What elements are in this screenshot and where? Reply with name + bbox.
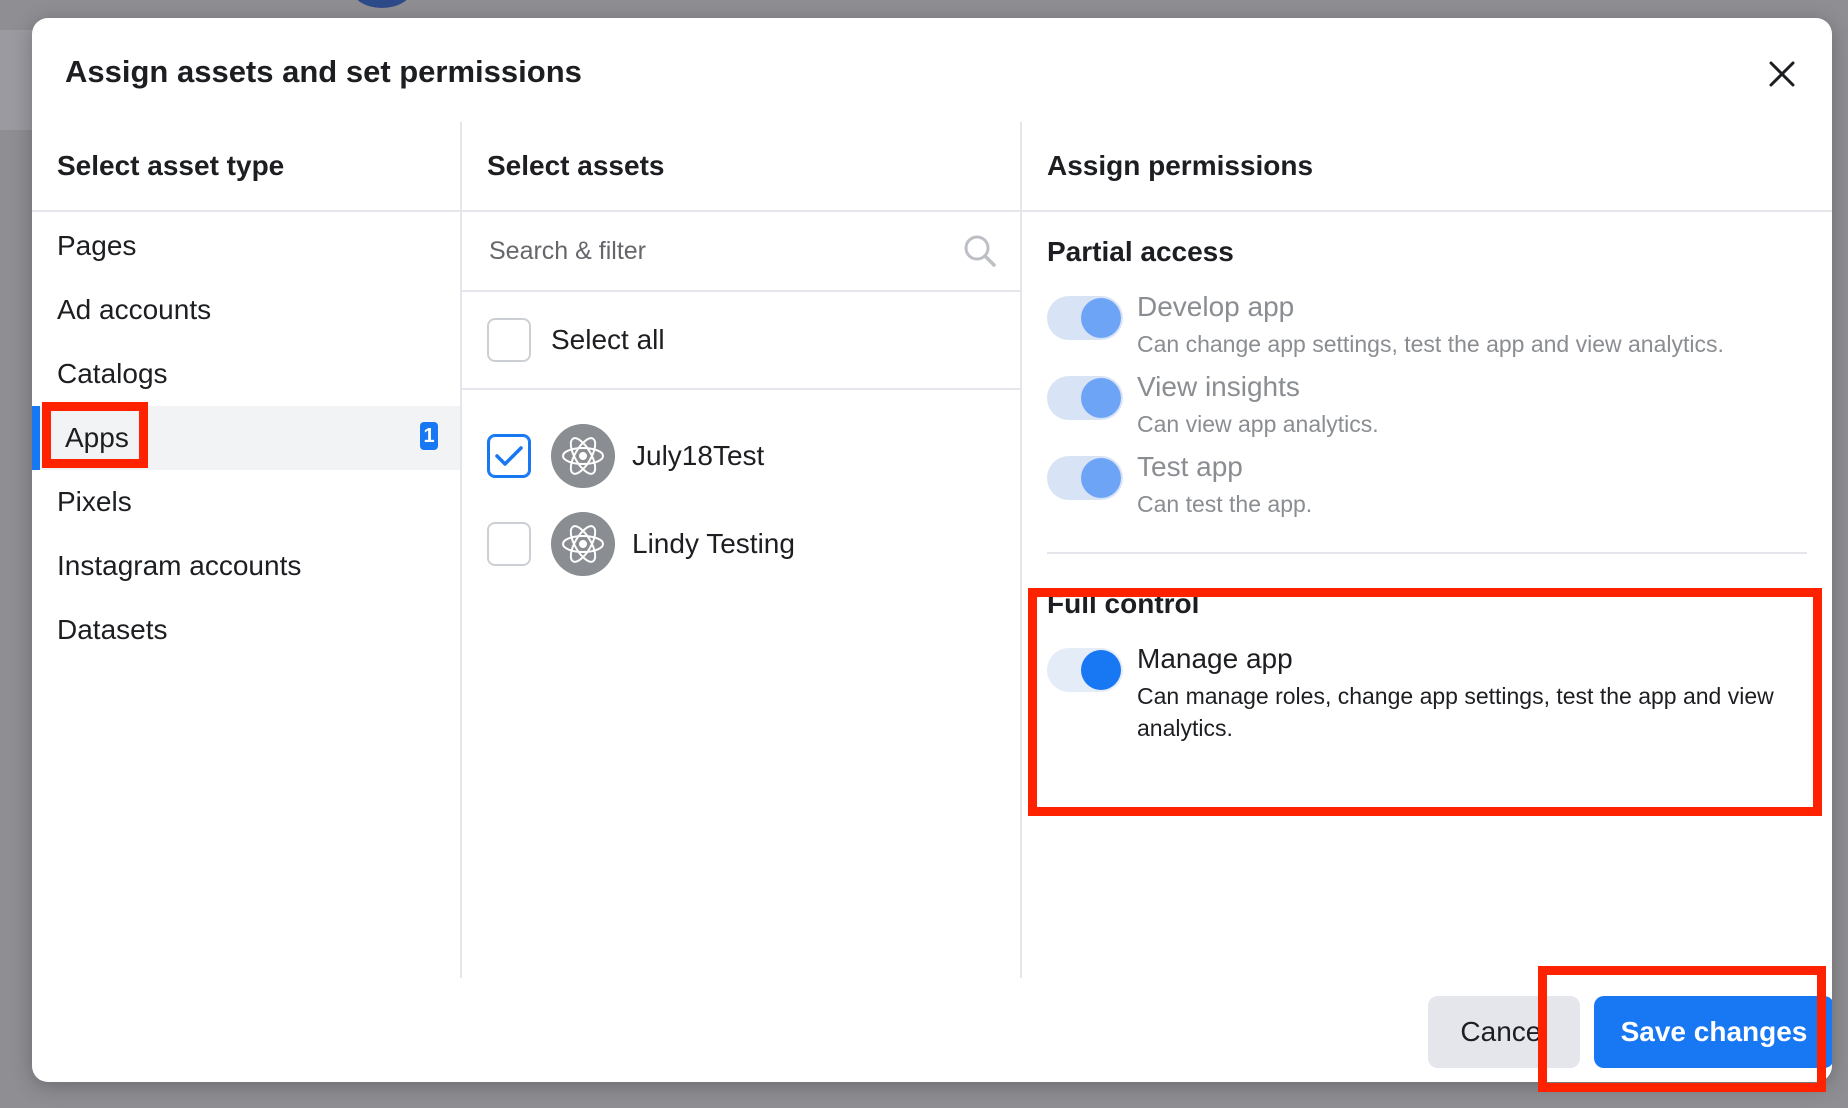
highlight-apps bbox=[42, 402, 148, 468]
background-sidebar bbox=[0, 30, 32, 130]
asset-type-column: Select asset type Pages Ad accounts Cata… bbox=[32, 122, 462, 978]
search-bar bbox=[462, 212, 1020, 292]
asset-type-label: Catalogs bbox=[57, 358, 168, 389]
asset-type-datasets[interactable]: Datasets bbox=[32, 598, 460, 662]
select-all-checkbox[interactable] bbox=[487, 318, 531, 362]
partial-access-title: Partial access bbox=[1047, 236, 1234, 267]
search-input[interactable] bbox=[487, 235, 962, 267]
asset-type-catalogs[interactable]: Catalogs bbox=[32, 342, 460, 406]
close-button[interactable] bbox=[1760, 52, 1804, 96]
permission-description: Can test the app. bbox=[1137, 491, 1313, 517]
asset-checkbox[interactable] bbox=[487, 522, 531, 566]
permission-name: View insights bbox=[1137, 371, 1300, 402]
checkmark-icon bbox=[495, 446, 523, 466]
asset-type-heading: Select asset type bbox=[32, 122, 460, 212]
permissions-column: Assign permissions Partial access Develo… bbox=[1022, 122, 1832, 978]
app-atom-icon bbox=[551, 424, 615, 488]
develop-app-toggle[interactable] bbox=[1047, 296, 1123, 340]
permission-name: Test app bbox=[1137, 451, 1243, 482]
asset-type-label: Pages bbox=[57, 230, 137, 261]
view-insights-toggle[interactable] bbox=[1047, 376, 1123, 420]
permissions-heading: Assign permissions bbox=[1022, 122, 1832, 212]
app-atom-icon bbox=[551, 512, 615, 576]
section-divider bbox=[1047, 552, 1807, 554]
asset-type-ad-accounts[interactable]: Ad accounts bbox=[32, 278, 460, 342]
asset-type-label: Ad accounts bbox=[57, 294, 212, 325]
asset-list: July18Test Lindy Testing bbox=[462, 390, 1020, 588]
dialog-title: Assign assets and set permissions bbox=[65, 54, 582, 89]
search-icon[interactable] bbox=[962, 233, 998, 269]
select-all-row[interactable]: Select all bbox=[462, 292, 1020, 390]
asset-row-july18test[interactable]: July18Test bbox=[462, 412, 1020, 500]
assets-column: Select assets Select all bbox=[462, 122, 1022, 978]
permission-description: Can change app settings, test the app an… bbox=[1137, 331, 1724, 357]
permission-develop-app: Develop app Can change app settings, tes… bbox=[1047, 290, 1832, 360]
asset-type-label: Instagram accounts bbox=[57, 550, 302, 581]
asset-type-label: Datasets bbox=[57, 614, 168, 645]
asset-type-pages[interactable]: Pages bbox=[32, 214, 460, 278]
permission-view-insights: View insights Can view app analytics. bbox=[1047, 370, 1832, 440]
close-icon bbox=[1769, 61, 1795, 87]
permission-description: Can view app analytics. bbox=[1137, 411, 1379, 437]
asset-checkbox[interactable] bbox=[487, 434, 531, 478]
background-avatar bbox=[352, 0, 412, 8]
partial-access-section: Partial access Develop app Can change ap… bbox=[1022, 236, 1832, 520]
highlight-save-changes bbox=[1538, 966, 1826, 1092]
assign-assets-dialog: Assign assets and set permissions Select… bbox=[32, 18, 1832, 1082]
asset-row-lindy-testing[interactable]: Lindy Testing bbox=[462, 500, 1020, 588]
asset-name: Lindy Testing bbox=[632, 528, 795, 559]
permission-name: Develop app bbox=[1137, 291, 1295, 322]
asset-type-pixels[interactable]: Pixels bbox=[32, 470, 460, 534]
count-badge: 1 bbox=[420, 422, 438, 450]
permission-test-app: Test app Can test the app. bbox=[1047, 450, 1832, 520]
select-all-label: Select all bbox=[551, 324, 665, 355]
asset-type-instagram-accounts[interactable]: Instagram accounts bbox=[32, 534, 460, 598]
test-app-toggle[interactable] bbox=[1047, 456, 1123, 500]
assets-heading: Select assets bbox=[462, 122, 1020, 212]
asset-name: July18Test bbox=[632, 440, 765, 471]
asset-type-label: Pixels bbox=[57, 486, 132, 517]
highlight-full-control bbox=[1028, 588, 1822, 816]
